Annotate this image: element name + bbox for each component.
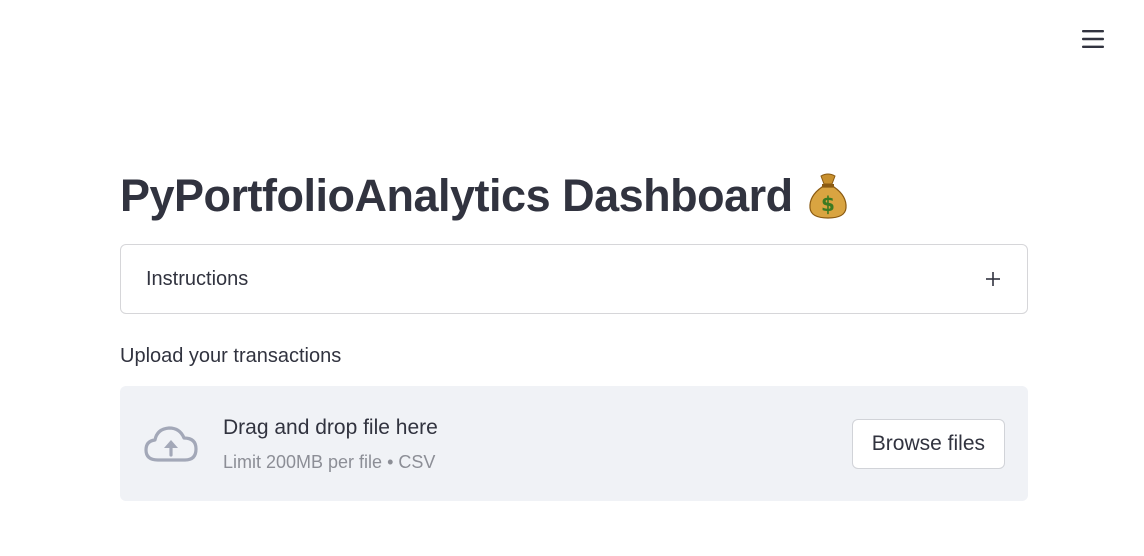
plus-icon	[986, 272, 1000, 286]
app-page: PyPortfolioAnalytics Dashboard $ Instruc…	[0, 0, 1144, 556]
main-content: PyPortfolioAnalytics Dashboard $ Instruc…	[120, 160, 1028, 501]
hamburger-menu-icon	[1082, 30, 1104, 48]
expander-label: Instructions	[146, 267, 249, 290]
file-limit-text: Limit 200MB per file • CSV	[223, 452, 436, 472]
cloud-upload-icon	[144, 425, 198, 462]
file-dropzone[interactable]: Drag and drop file here Limit 200MB per …	[120, 386, 1028, 501]
browse-files-button[interactable]: Browse files	[851, 418, 1005, 469]
uploader-label: Upload your transactions	[120, 345, 342, 367]
title-row: PyPortfolioAnalytics Dashboard $	[120, 160, 1028, 232]
main-menu-button[interactable]	[1074, 22, 1112, 56]
svg-text:$: $	[821, 192, 835, 216]
money-bag-icon: $	[809, 173, 847, 219]
instructions-expander[interactable]: Instructions	[120, 244, 1028, 314]
page-title: PyPortfolioAnalytics Dashboard	[120, 170, 793, 221]
dropzone-instruction: Drag and drop file here	[223, 416, 438, 439]
dropzone-text: Drag and drop file here Limit 200MB per …	[223, 414, 852, 473]
